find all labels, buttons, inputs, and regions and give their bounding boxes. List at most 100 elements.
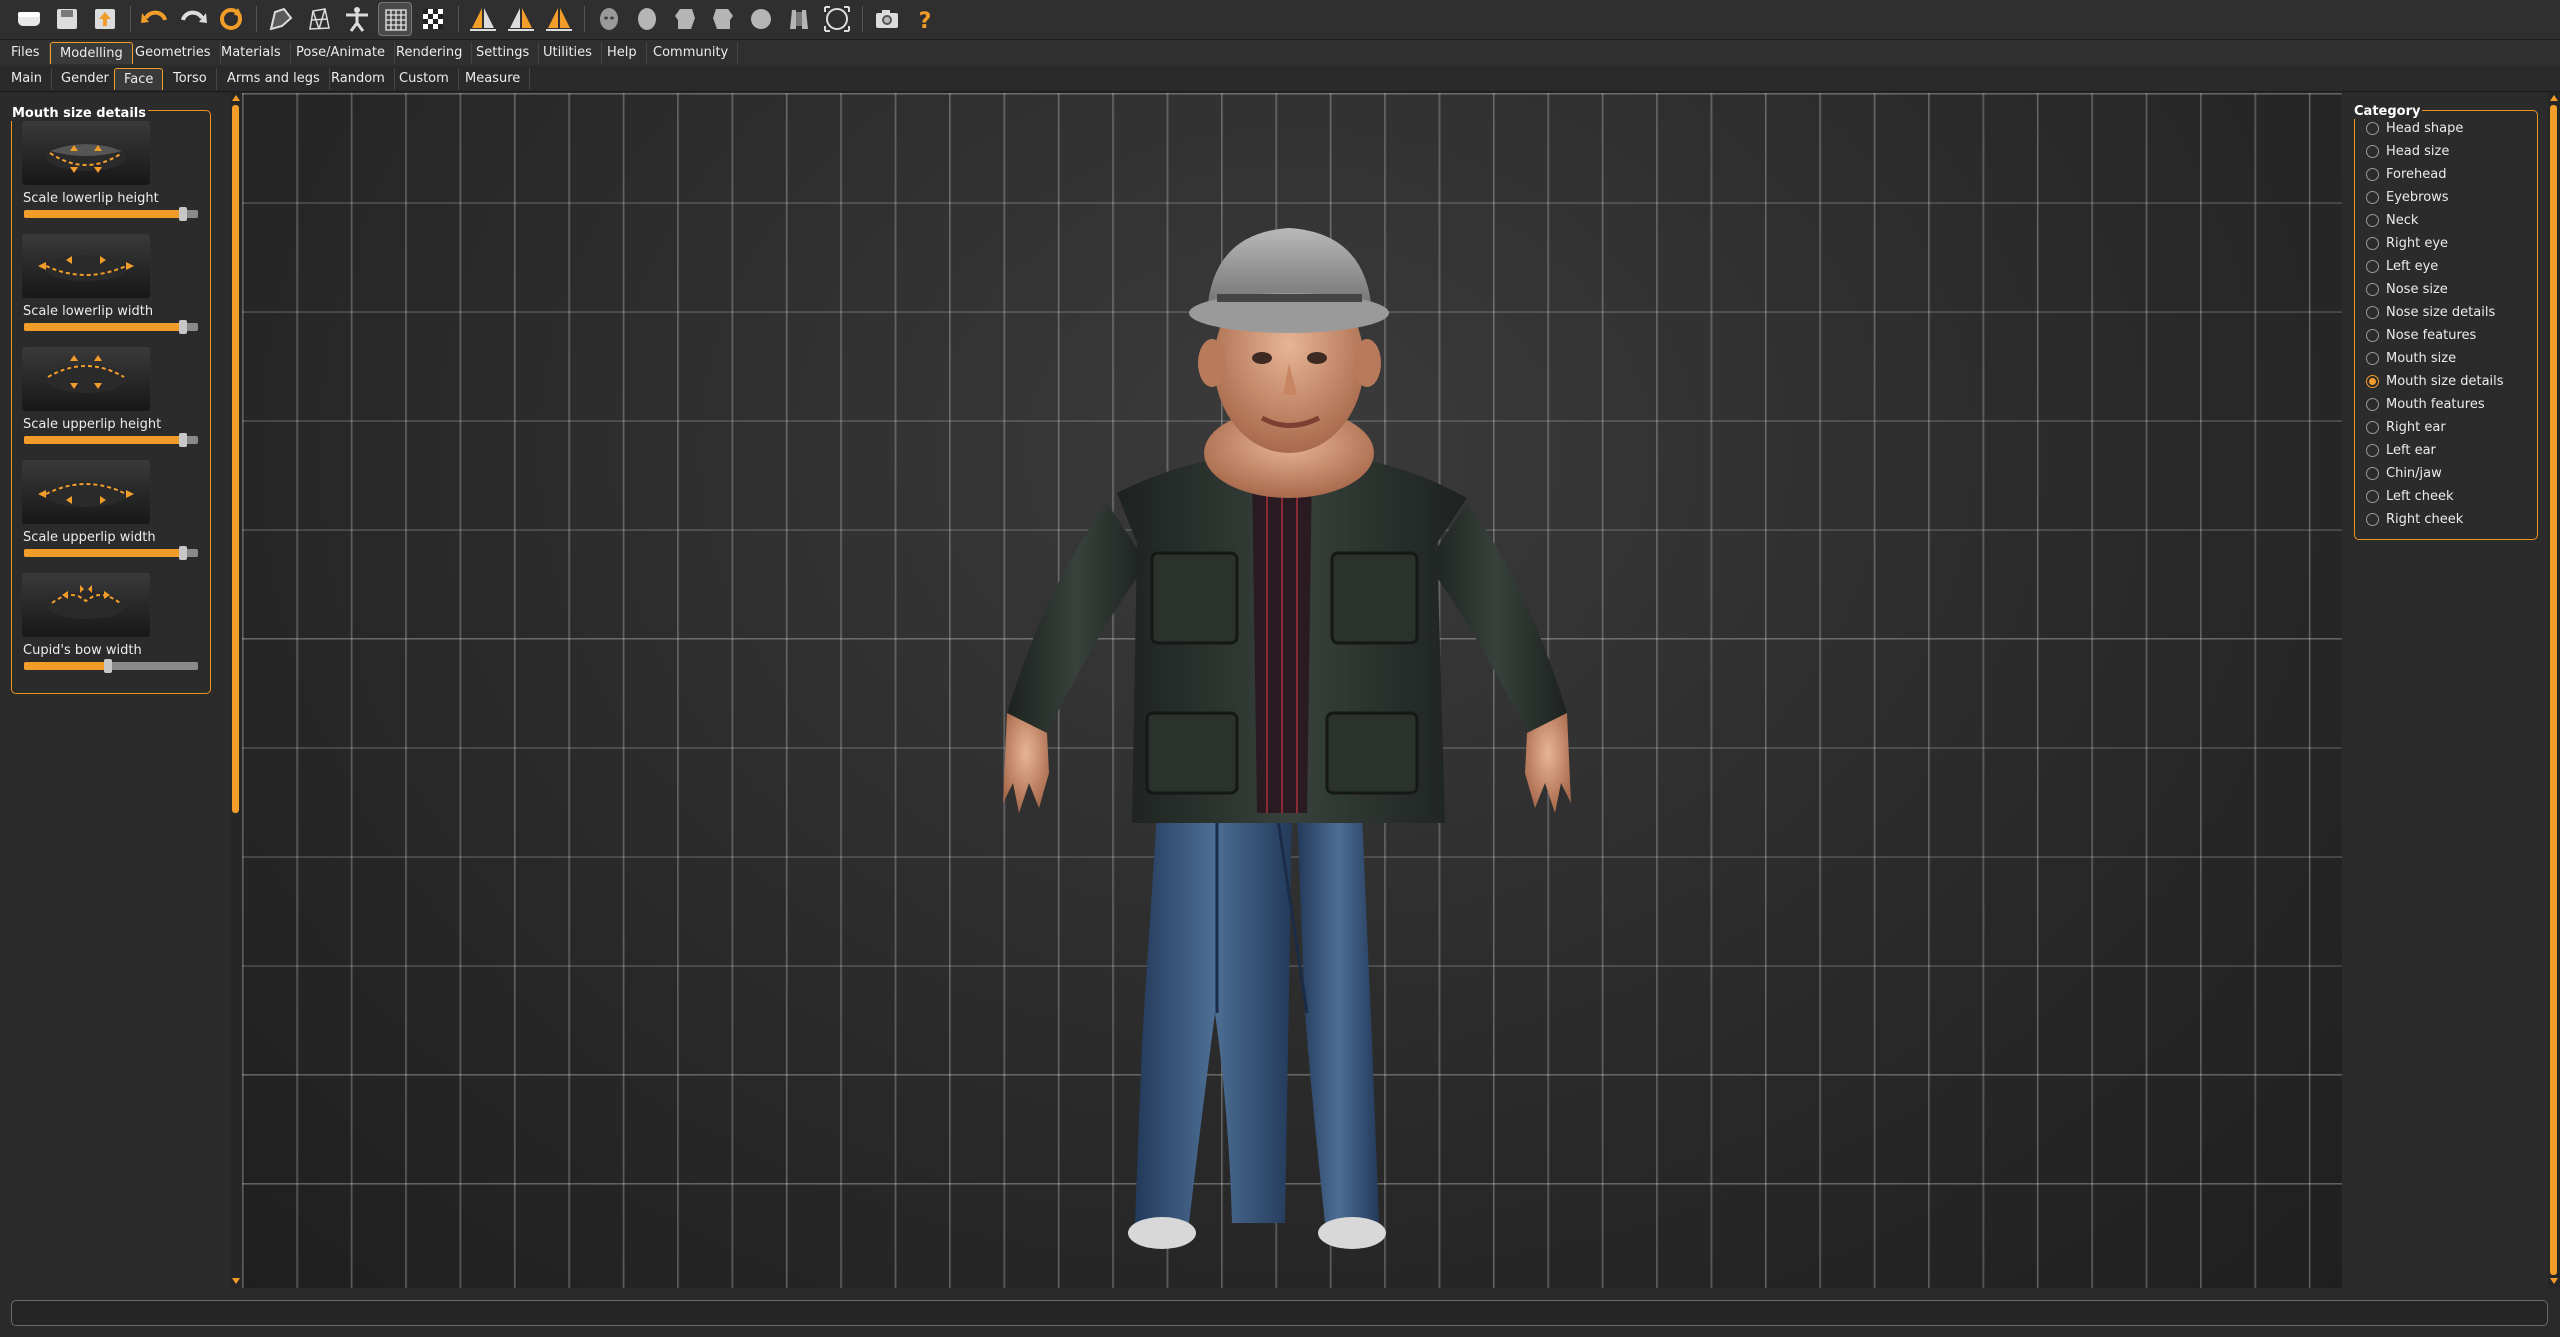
radio-button[interactable] [2366,490,2379,503]
menu-rendering[interactable]: Rendering [387,42,473,64]
bottom-view-icon[interactable] [782,2,816,36]
radio-button[interactable] [2366,306,2379,319]
category-left-eye[interactable]: Left eye [2366,256,2536,276]
slider-track[interactable] [24,549,198,557]
category-neck[interactable]: Neck [2366,210,2536,230]
slider-handle[interactable] [178,546,187,560]
radio-button[interactable] [2366,352,2379,365]
scroll-up-arrow-icon[interactable] [232,95,240,101]
category-mouth-size-details[interactable]: Mouth size details [2366,371,2536,391]
wireframe-icon[interactable] [302,2,336,36]
help-icon[interactable]: ? [908,2,942,36]
menu-settings[interactable]: Settings [467,42,540,64]
menu-utilities[interactable]: Utilities [534,42,602,64]
category-right-ear[interactable]: Right ear [2366,417,2536,437]
tab-measure[interactable]: Measure [456,68,531,90]
scrollbar-thumb[interactable] [2550,105,2557,1275]
left-scrollbar[interactable] [230,93,242,1288]
slider-handle[interactable] [178,433,187,447]
category-head-shape[interactable]: Head shape [2366,118,2536,138]
slider-handle[interactable] [178,207,187,221]
radio-button[interactable] [2366,329,2379,342]
tab-custom[interactable]: Custom [390,68,459,90]
category-left-cheek[interactable]: Left cheek [2366,486,2536,506]
radio-button[interactable] [2366,145,2379,158]
category-nose-size-details[interactable]: Nose size details [2366,302,2536,322]
tab-main[interactable]: Main [2,68,53,90]
radio-button[interactable] [2366,191,2379,204]
human-model[interactable] [967,213,1627,1288]
grid-icon[interactable] [378,2,412,36]
smooth-icon[interactable] [264,2,298,36]
pose-icon[interactable] [340,2,374,36]
top-view-icon[interactable] [744,2,778,36]
radio-button[interactable] [2366,513,2379,526]
symmetry-right-icon[interactable] [466,2,500,36]
checker-icon[interactable] [416,2,450,36]
redo-arrow-icon[interactable] [176,2,210,36]
category-label: Chin/jaw [2386,466,2442,481]
category-chin-jaw[interactable]: Chin/jaw [2366,463,2536,483]
category-nose-size[interactable]: Nose size [2366,279,2536,299]
menu-materials[interactable]: Materials [212,42,291,64]
radio-button[interactable] [2366,260,2379,273]
right-view-icon[interactable] [706,2,740,36]
undo-icon[interactable] [12,2,46,36]
radio-button[interactable] [2366,168,2379,181]
category-nose-features[interactable]: Nose features [2366,325,2536,345]
menu-pose-animate[interactable]: Pose/Animate [287,42,395,64]
radio-button-selected[interactable] [2366,375,2379,388]
reset-camera-icon[interactable] [820,2,854,36]
slider-handle[interactable] [178,320,187,334]
slider-label: Cupid's bow width [23,643,142,658]
slider-handle[interactable] [104,659,113,673]
radio-button[interactable] [2366,444,2379,457]
tab-arms-and-legs[interactable]: Arms and legs [218,68,330,90]
radio-button[interactable] [2366,467,2379,480]
export-icon[interactable] [88,2,122,36]
menu-geometries[interactable]: Geometries [126,42,221,64]
radio-button[interactable] [2366,237,2379,250]
tab-gender[interactable]: Gender [52,68,119,90]
slider-track[interactable] [24,436,198,444]
category-eyebrows[interactable]: Eyebrows [2366,187,2536,207]
undo-arrow-icon[interactable] [138,2,172,36]
radio-button[interactable] [2366,283,2379,296]
scroll-down-arrow-icon[interactable] [232,1278,240,1284]
category-left-ear[interactable]: Left ear [2366,440,2536,460]
category-right-cheek[interactable]: Right cheek [2366,509,2536,529]
radio-button[interactable] [2366,122,2379,135]
tab-random[interactable]: Random [322,68,395,90]
toolbar-separator [130,6,131,32]
menu-community[interactable]: Community [644,42,739,64]
slider-track[interactable] [24,210,198,218]
tab-torso[interactable]: Torso [164,68,217,90]
reset-icon[interactable] [214,2,248,36]
scrollbar-thumb[interactable] [232,105,239,813]
category-mouth-features[interactable]: Mouth features [2366,394,2536,414]
scroll-up-arrow-icon[interactable] [2550,95,2558,101]
category-mouth-size[interactable]: Mouth size [2366,348,2536,368]
left-view-icon[interactable] [668,2,702,36]
category-right-eye[interactable]: Right eye [2366,233,2536,253]
menu-help[interactable]: Help [598,42,647,64]
symmetry-left-icon[interactable] [504,2,538,36]
radio-button[interactable] [2366,398,2379,411]
right-scrollbar[interactable] [2548,93,2560,1288]
menu-files[interactable]: Files [2,42,50,64]
3d-viewport[interactable] [242,93,2342,1288]
radio-button[interactable] [2366,214,2379,227]
symmetry-icon[interactable] [542,2,576,36]
slider-track[interactable] [24,323,198,331]
screenshot-icon[interactable] [870,2,904,36]
save-icon[interactable] [50,2,84,36]
category-head-size[interactable]: Head size [2366,141,2536,161]
menu-modelling[interactable]: Modelling [50,42,133,64]
tab-face[interactable]: Face [114,68,164,90]
category-forehead[interactable]: Forehead [2366,164,2536,184]
front-view-icon[interactable] [592,2,626,36]
slider-fill [24,662,105,670]
radio-button[interactable] [2366,421,2379,434]
scroll-down-arrow-icon[interactable] [2550,1278,2558,1284]
back-view-icon[interactable] [630,2,664,36]
